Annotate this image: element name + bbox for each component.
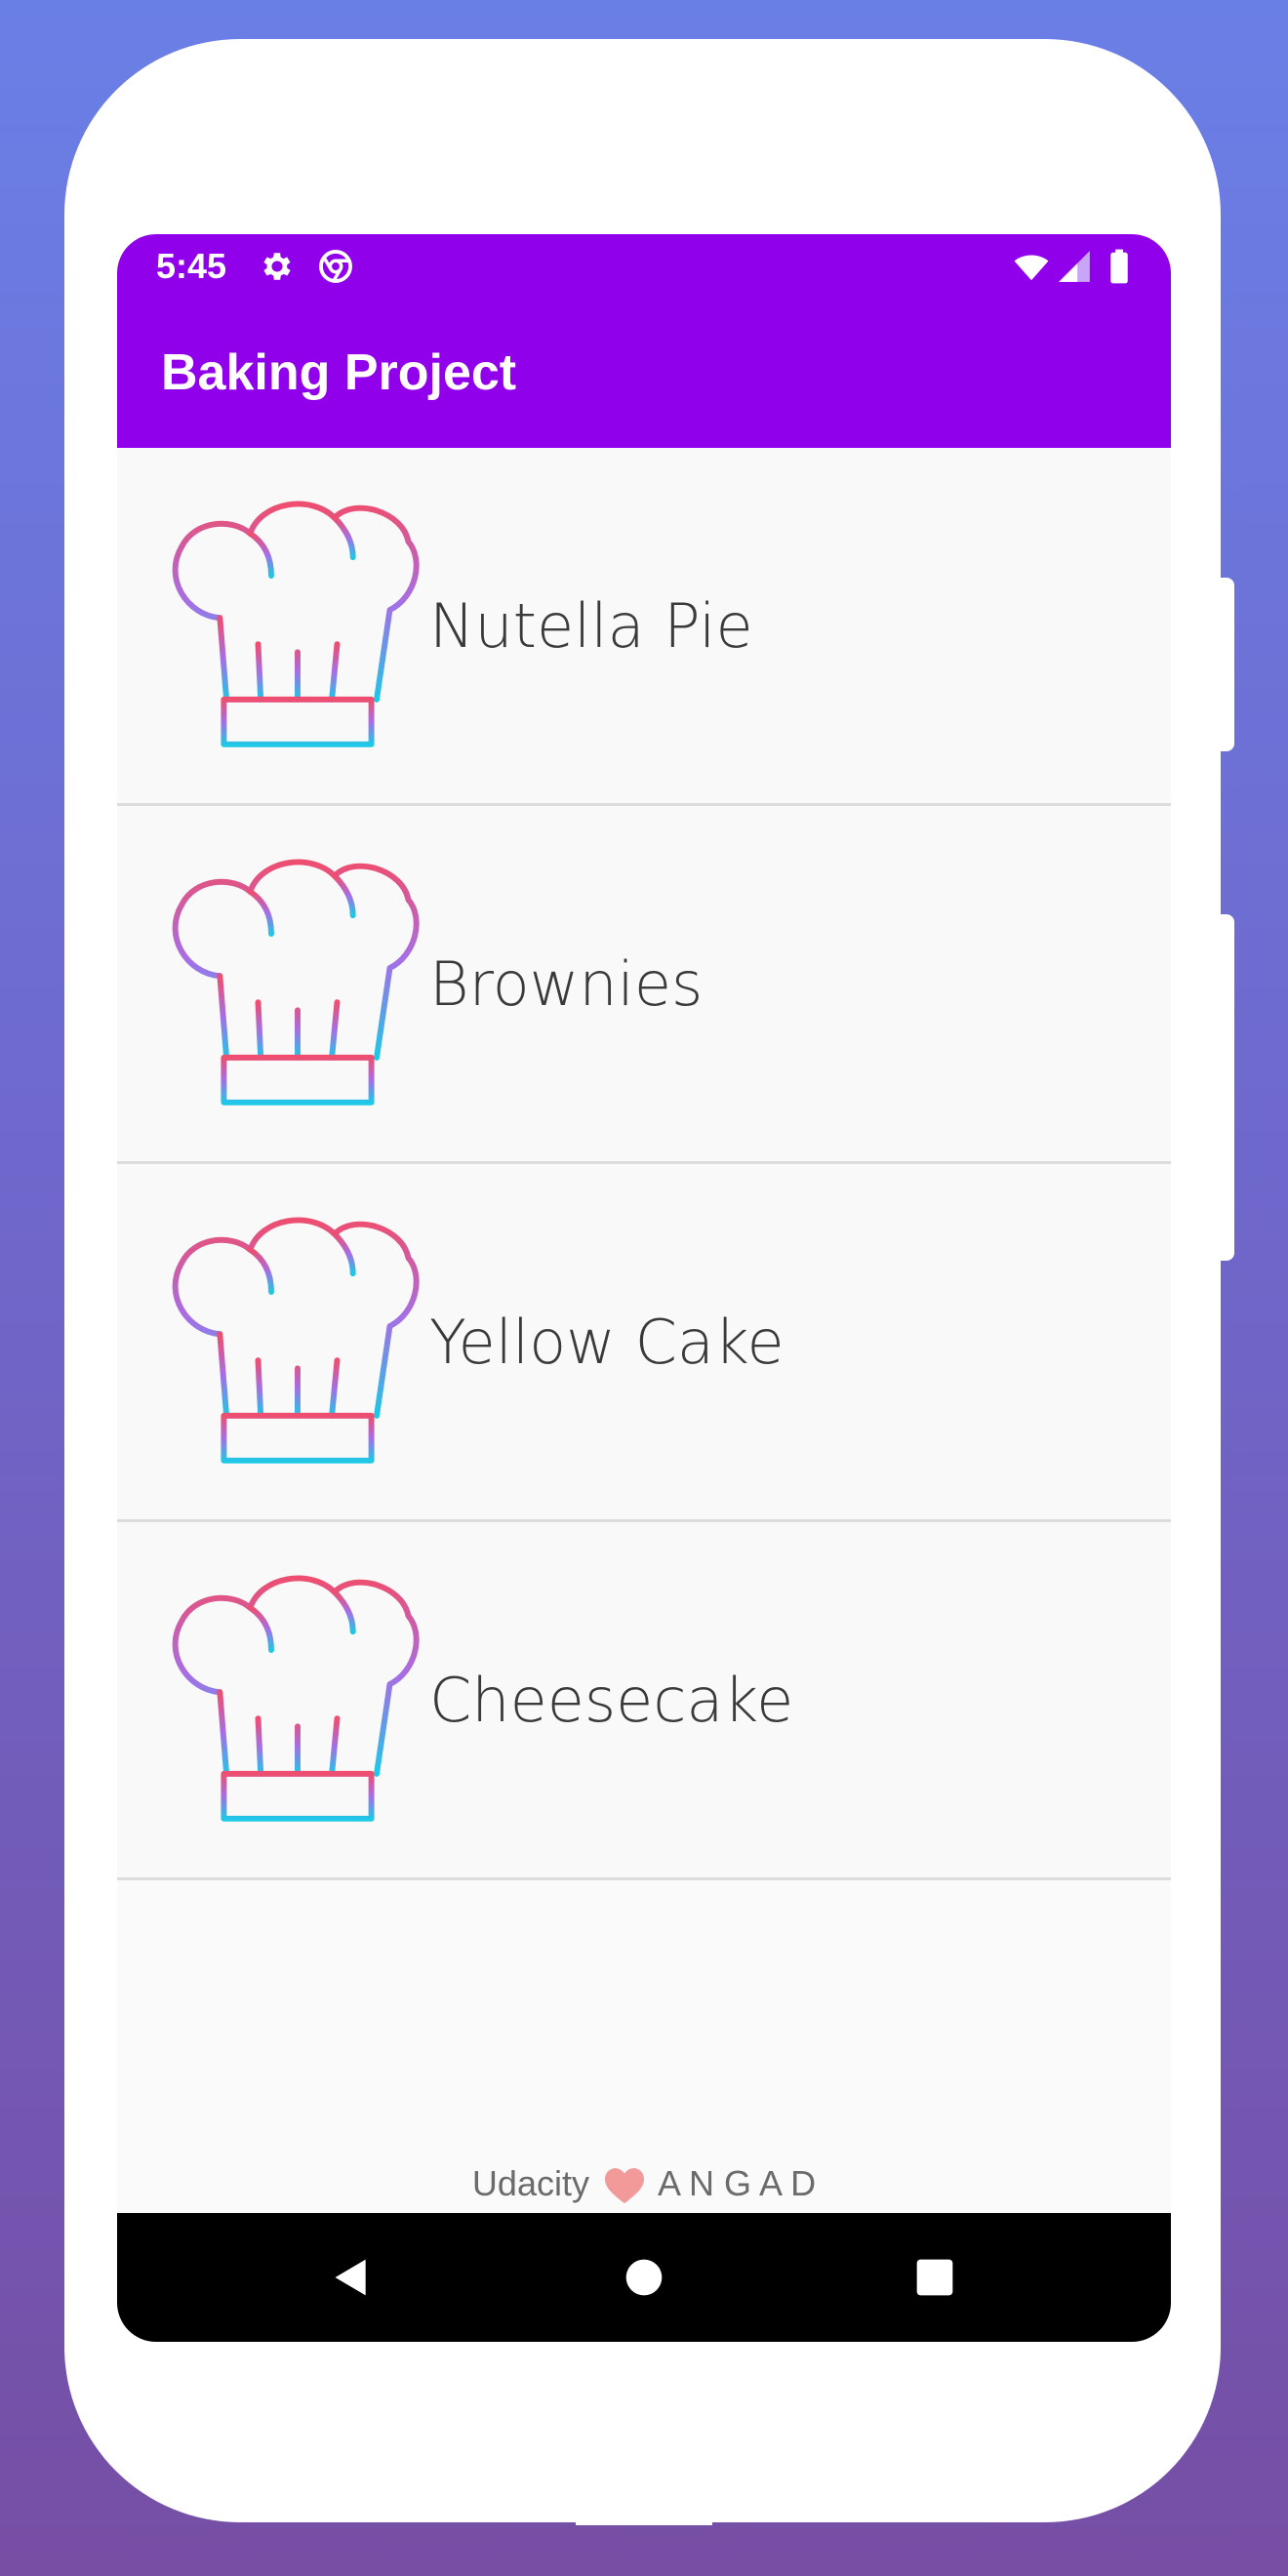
battery-icon [1110, 249, 1128, 284]
app-title: Baking Project [161, 344, 517, 401]
app-screen: 5:45 Baking Project Nutella Pie Brownies… [117, 234, 1171, 2342]
recents-icon[interactable] [913, 2256, 956, 2299]
recipe-item[interactable]: Yellow Cake [117, 1164, 1171, 1522]
recipe-item[interactable]: Brownies [117, 806, 1171, 1164]
back-icon[interactable] [330, 2256, 373, 2299]
settings-icon [263, 253, 291, 280]
recipe-name: Yellow Cake [429, 1307, 785, 1378]
footer-left-text: Udacity [471, 2163, 589, 2203]
cell-signal-icon [1059, 251, 1090, 282]
recipe-item[interactable]: Cheesecake [117, 1522, 1171, 1880]
recipe-name: Brownies [429, 948, 704, 1020]
status-time: 5:45 [156, 246, 227, 286]
chef-hat-icon [172, 1575, 420, 1822]
app-bar: 5:45 Baking Project [117, 234, 1171, 448]
chrome-icon [319, 250, 352, 283]
chef-hat-icon [172, 501, 420, 747]
recipe-name: Nutella Pie [429, 590, 753, 662]
navigation-bar [117, 2213, 1171, 2342]
footer-right-text: A N G A D [658, 2163, 817, 2203]
power-button [1221, 578, 1234, 751]
recipe-list: Nutella Pie Brownies Yellow Cake Cheesec… [117, 448, 1171, 1880]
volume-button [1221, 914, 1234, 1261]
wifi-icon [1014, 255, 1049, 281]
chef-hat-icon [172, 859, 420, 1106]
footer-credit: Udacity A N G A D [117, 2162, 1171, 2205]
phone-bottom-notch [576, 2516, 712, 2525]
recipe-item[interactable]: Nutella Pie [117, 448, 1171, 806]
home-icon[interactable] [623, 2256, 665, 2299]
heart-icon [604, 2168, 644, 2204]
chef-hat-icon [172, 1217, 420, 1464]
recipe-name: Cheesecake [429, 1665, 794, 1736]
status-bar: 5:45 [117, 234, 1171, 299]
